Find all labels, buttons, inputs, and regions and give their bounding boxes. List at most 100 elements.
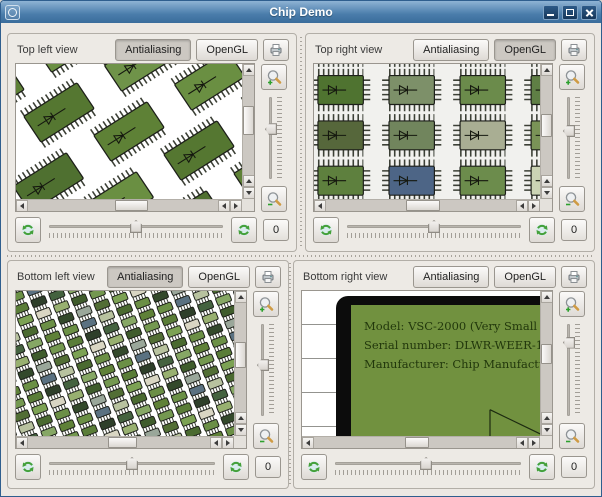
scroll-up-button2[interactable] — [235, 412, 246, 424]
opengl-button[interactable]: OpenGL — [196, 39, 258, 61]
zoom-out-button[interactable] — [559, 186, 585, 212]
chip-grid-margin — [302, 291, 336, 436]
scroll-down-button[interactable] — [541, 424, 552, 436]
vertical-scrollbar[interactable] — [540, 291, 552, 436]
rotate-right-button[interactable] — [529, 454, 555, 480]
scroll-left-button[interactable] — [16, 200, 28, 211]
close-button[interactable] — [581, 4, 597, 20]
rotate-right-icon — [238, 224, 250, 236]
rotate-right-button[interactable] — [223, 454, 249, 480]
zoom-slider[interactable] — [562, 321, 582, 419]
print-button[interactable] — [561, 266, 587, 288]
scrollbar-thumb[interactable] — [404, 437, 430, 448]
vertical-scrollbar[interactable] — [242, 64, 254, 199]
vertical-scrollbar[interactable] — [234, 291, 246, 436]
horizontal-scrollbar[interactable] — [16, 436, 234, 448]
rotate-slider[interactable] — [333, 456, 523, 478]
print-button[interactable] — [263, 39, 289, 61]
rotate-slider[interactable] — [345, 219, 523, 241]
zoom-slider[interactable] — [264, 94, 284, 182]
print-button[interactable] — [561, 39, 587, 61]
slider-handle[interactable] — [428, 220, 440, 233]
scrollbar-thumb[interactable] — [405, 200, 440, 211]
maximize-button[interactable] — [562, 4, 578, 20]
antialiasing-button[interactable]: Antialiasing — [107, 266, 184, 288]
antialiasing-button[interactable]: Antialiasing — [413, 39, 490, 61]
antialiasing-button[interactable]: Antialiasing — [413, 266, 490, 288]
scroll-left-button2[interactable] — [516, 437, 528, 448]
scrollbar-thumb[interactable] — [108, 437, 138, 448]
vertical-scrollbar[interactable] — [540, 64, 552, 199]
rotate-right-icon — [230, 461, 242, 473]
scroll-right-button[interactable] — [528, 200, 540, 211]
graphics-view[interactable] — [313, 63, 553, 212]
scrollbar-thumb[interactable] — [115, 200, 148, 211]
zoom-slider[interactable] — [562, 94, 582, 182]
rotate-slider[interactable] — [47, 219, 225, 241]
scroll-up-button2[interactable] — [243, 175, 254, 187]
zoom-in-button[interactable] — [253, 291, 279, 317]
splitter-handle-horizontal[interactable] — [7, 255, 595, 257]
zoom-out-button[interactable] — [253, 423, 279, 449]
zoom-out-button[interactable] — [559, 423, 585, 449]
horizontal-scrollbar[interactable] — [314, 199, 540, 211]
scrollbar-thumb[interactable] — [235, 342, 246, 369]
splitter-handle-vertical-bottom[interactable] — [289, 263, 291, 485]
scroll-left-button[interactable] — [314, 200, 326, 211]
scroll-left-button2[interactable] — [516, 200, 528, 211]
scroll-up-button[interactable] — [243, 64, 254, 76]
scroll-up-button[interactable] — [541, 64, 552, 76]
slider-handle[interactable] — [563, 336, 575, 349]
rotate-left-button[interactable] — [313, 217, 339, 243]
slider-handle[interactable] — [420, 457, 433, 470]
scroll-up-button2[interactable] — [541, 412, 552, 424]
scrollbar-thumb[interactable] — [541, 113, 552, 138]
opengl-button[interactable]: OpenGL — [494, 39, 556, 61]
rotate-left-button[interactable] — [15, 454, 41, 480]
opengl-button[interactable]: OpenGL — [188, 266, 250, 288]
scroll-right-button[interactable] — [222, 437, 234, 448]
scroll-left-button[interactable] — [302, 437, 314, 448]
print-button[interactable] — [255, 266, 281, 288]
scroll-left-button2[interactable] — [218, 200, 230, 211]
scroll-left-button[interactable] — [16, 437, 28, 448]
scroll-up-button2[interactable] — [541, 175, 552, 187]
scroll-up-button[interactable] — [541, 291, 552, 303]
rotate-left-button[interactable] — [15, 217, 41, 243]
slider-handle[interactable] — [130, 220, 142, 233]
zoom-in-button[interactable] — [559, 64, 585, 90]
slider-handle[interactable] — [265, 123, 277, 136]
graphics-view[interactable] — [15, 290, 247, 449]
zoom-in-button[interactable] — [559, 291, 585, 317]
scroll-down-button[interactable] — [243, 187, 254, 199]
rotate-left-button[interactable] — [301, 454, 327, 480]
rotate-right-button[interactable] — [529, 217, 555, 243]
zoom-in-button[interactable] — [261, 64, 287, 90]
opengl-button[interactable]: OpenGL — [494, 266, 556, 288]
scroll-down-button[interactable] — [541, 187, 552, 199]
splitter-handle-vertical-top[interactable] — [300, 37, 302, 249]
rotate-slider[interactable] — [47, 456, 217, 478]
scrollbar-thumb[interactable] — [243, 105, 254, 136]
slider-handle[interactable] — [257, 359, 269, 372]
horizontal-scrollbar[interactable] — [16, 199, 242, 211]
zoom-out-icon — [267, 191, 281, 206]
scrollbar-thumb[interactable] — [541, 344, 552, 365]
antialiasing-button[interactable]: Antialiasing — [115, 39, 192, 61]
zoom-slider[interactable] — [256, 321, 276, 419]
titlebar[interactable]: Chip Demo — [1, 1, 601, 24]
minimize-button[interactable] — [543, 4, 559, 20]
zoom-in-icon — [565, 69, 579, 85]
slider-handle[interactable] — [126, 457, 138, 470]
zoom-out-button[interactable] — [261, 186, 287, 212]
rotate-right-button[interactable] — [231, 217, 257, 243]
scroll-up-button[interactable] — [235, 291, 246, 303]
graphics-view[interactable] — [15, 63, 255, 212]
scroll-left-button2[interactable] — [210, 437, 222, 448]
slider-handle[interactable] — [563, 124, 575, 137]
scroll-right-button[interactable] — [230, 200, 242, 211]
scroll-right-button[interactable] — [528, 437, 540, 448]
scroll-down-button[interactable] — [235, 424, 246, 436]
graphics-view[interactable]: Model: VSC-2000 (Very Small Chip) at 9 S… — [301, 290, 553, 449]
horizontal-scrollbar[interactable] — [302, 436, 540, 448]
